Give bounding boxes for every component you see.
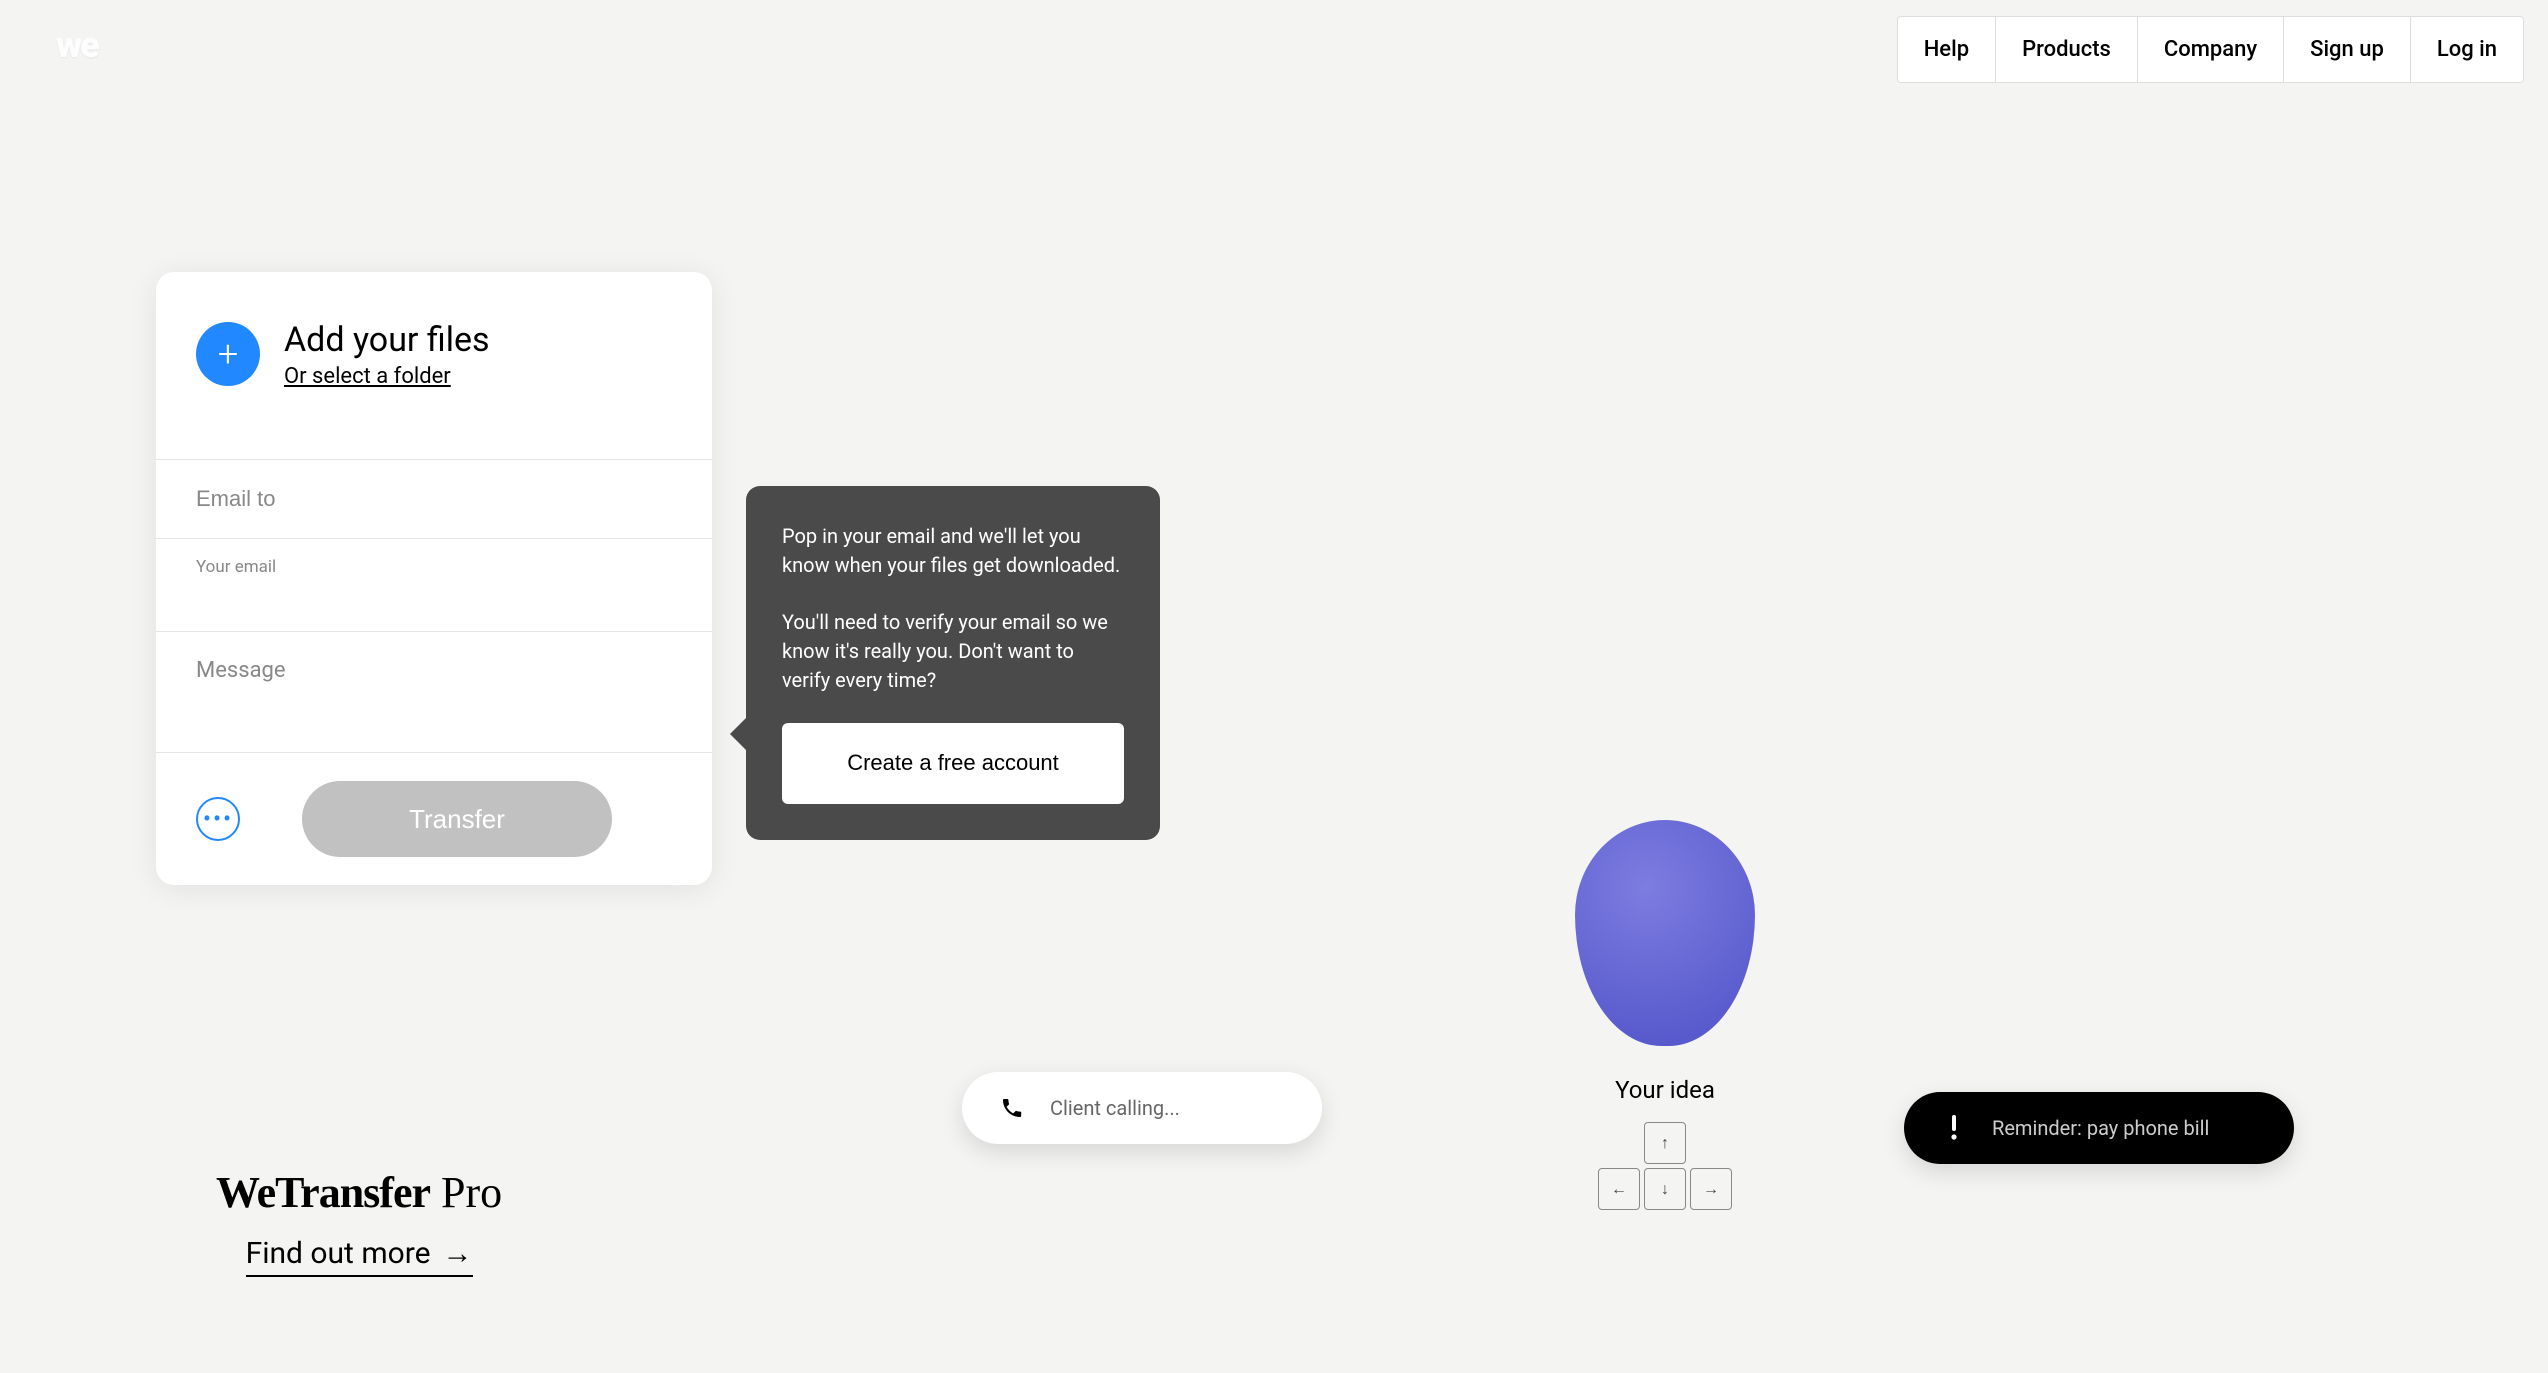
- find-out-more-label: Find out more: [246, 1236, 431, 1271]
- select-folder-link[interactable]: Or select a folder: [284, 364, 490, 389]
- add-files-button[interactable]: +: [196, 322, 260, 386]
- email-to-row: [156, 460, 712, 539]
- arrow-right-icon: →: [443, 1236, 473, 1271]
- your-email-row: Your email: [156, 539, 712, 632]
- ellipsis-icon: •••: [203, 805, 233, 833]
- arrow-right-key-icon: →: [1690, 1168, 1732, 1210]
- panel-footer: ••• Transfer: [156, 752, 712, 885]
- email-to-input[interactable]: [196, 460, 672, 538]
- add-files-area[interactable]: + Add your files Or select a folder: [156, 272, 712, 460]
- wetransfer-logo[interactable]: we: [56, 24, 98, 66]
- phone-icon: [994, 1090, 1030, 1126]
- nav-products[interactable]: Products: [1996, 17, 2138, 82]
- add-files-text: Add your files Or select a folder: [284, 320, 490, 389]
- client-calling-bubble: Client calling...: [962, 1072, 1322, 1144]
- client-calling-text: Client calling...: [1050, 1096, 1180, 1120]
- reminder-bubble: Reminder: pay phone bill: [1904, 1092, 2294, 1164]
- nav-signup[interactable]: Sign up: [2284, 17, 2411, 82]
- arrow-keys-icon: ↑ ← ↓ →: [1598, 1122, 1732, 1210]
- promo-logo: WeTransfer Pro: [216, 1166, 502, 1218]
- primary-nav: Help Products Company Sign up Log in: [1897, 16, 2524, 83]
- promo-suffix: Pro: [430, 1168, 502, 1217]
- logo-area: we: [56, 24, 98, 66]
- message-input[interactable]: [196, 632, 672, 748]
- find-out-more-link[interactable]: Find out more →: [246, 1236, 473, 1277]
- alert-icon: [1936, 1110, 1972, 1146]
- plus-icon: +: [218, 333, 238, 375]
- promo-brand: WeTransfer: [216, 1168, 430, 1217]
- your-email-input[interactable]: [196, 583, 672, 609]
- idea-illustration: Your idea ↑ ← ↓ →: [1570, 820, 1760, 1210]
- your-email-label: Your email: [196, 557, 672, 577]
- add-files-title: Add your files: [284, 320, 490, 360]
- idea-label: Your idea: [1570, 1076, 1760, 1104]
- transfer-panel: + Add your files Or select a folder Your…: [156, 272, 712, 885]
- arrow-up-icon: ↑: [1644, 1122, 1686, 1164]
- email-hint-tooltip: Pop in your email and we'll let you know…: [746, 486, 1160, 840]
- message-row: [156, 632, 712, 752]
- tooltip-paragraph-1: Pop in your email and we'll let you know…: [782, 522, 1124, 580]
- tooltip-paragraph-2: You'll need to verify your email so we k…: [782, 608, 1124, 695]
- pro-promo: WeTransfer Pro Find out more →: [216, 1166, 502, 1277]
- nav-help[interactable]: Help: [1898, 17, 1996, 82]
- idea-blob: [1575, 820, 1755, 1046]
- more-options-button[interactable]: •••: [196, 797, 240, 841]
- arrow-left-icon: ←: [1598, 1168, 1640, 1210]
- create-account-button[interactable]: Create a free account: [782, 723, 1124, 804]
- transfer-button[interactable]: Transfer: [302, 781, 612, 857]
- arrow-down-icon: ↓: [1644, 1168, 1686, 1210]
- reminder-text: Reminder: pay phone bill: [1992, 1116, 2209, 1140]
- nav-company[interactable]: Company: [2138, 17, 2284, 82]
- nav-login[interactable]: Log in: [2411, 17, 2523, 82]
